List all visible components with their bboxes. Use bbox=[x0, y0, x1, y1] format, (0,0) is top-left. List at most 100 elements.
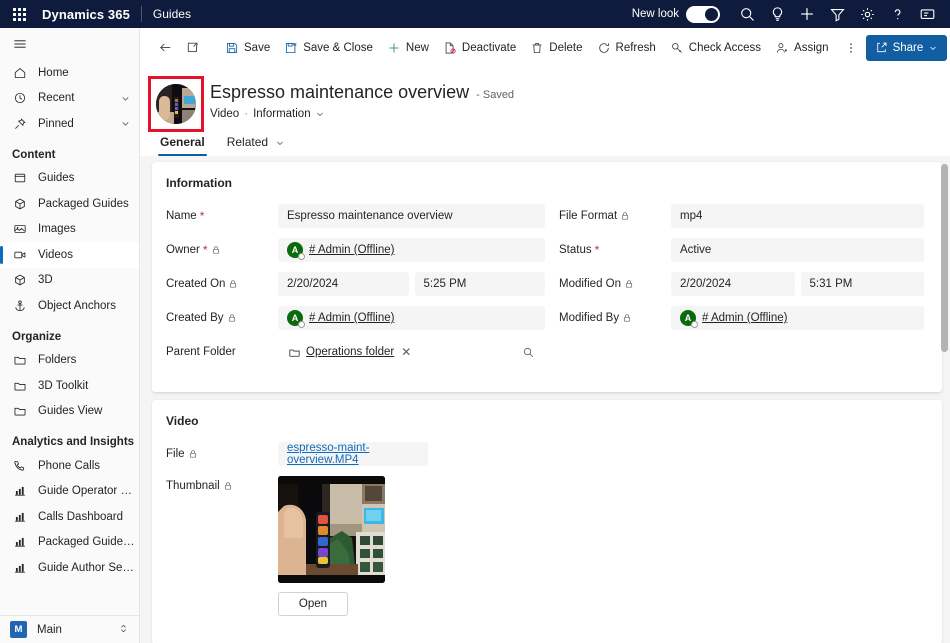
chevron-down-icon[interactable] bbox=[275, 138, 285, 148]
app-name[interactable]: Guides bbox=[153, 7, 191, 21]
sidebar-item-packaged-guides[interactable]: Packaged Guides bbox=[0, 191, 139, 217]
folder-name[interactable]: Operations folder bbox=[306, 346, 394, 358]
field-label: Created On bbox=[166, 278, 278, 290]
refresh-button[interactable]: Refresh bbox=[590, 34, 663, 62]
field-modified-by: Modified By bbox=[559, 306, 924, 330]
chevron-down-icon[interactable] bbox=[928, 43, 938, 53]
file-link[interactable]: espresso-maint-overview.MP4 bbox=[287, 442, 419, 466]
more-commands-button[interactable] bbox=[836, 34, 866, 62]
home-icon bbox=[12, 65, 28, 81]
brand-title[interactable]: Dynamics 365 bbox=[42, 7, 130, 22]
person-chip[interactable]: A # Admin (Offline) bbox=[287, 242, 394, 258]
sidebar-item-guides[interactable]: Guides bbox=[0, 166, 139, 192]
field-created-on: Created On 2/20/2024 bbox=[166, 272, 545, 296]
sidebar-item-packaged-guides-operator[interactable]: Packaged Guides Op... bbox=[0, 530, 139, 556]
save-and-close-button[interactable]: Save & Close bbox=[277, 34, 380, 62]
hamburger-menu-icon[interactable] bbox=[0, 28, 139, 60]
feedback-icon[interactable] bbox=[912, 1, 942, 27]
modified-by-lookup[interactable]: A # Admin (Offline) bbox=[671, 306, 924, 330]
sidebar-item-phone-calls[interactable]: Phone Calls bbox=[0, 453, 139, 479]
area-badge: M bbox=[10, 621, 27, 638]
site-map-scroll: Home Recent bbox=[0, 60, 139, 615]
sidebar-item-3d[interactable]: 3D bbox=[0, 268, 139, 294]
app-launcher-icon[interactable] bbox=[6, 1, 32, 27]
record-avatar-container bbox=[154, 82, 198, 126]
remove-chip-icon[interactable]: ✕ bbox=[399, 345, 413, 359]
delete-button[interactable]: Delete bbox=[523, 34, 589, 62]
form-scrollbar-thumb[interactable] bbox=[941, 164, 948, 352]
deactivate-button[interactable]: Deactivate bbox=[436, 34, 523, 62]
help-icon[interactable] bbox=[882, 1, 912, 27]
area-switcher-icon[interactable] bbox=[118, 623, 129, 637]
sidebar-item-folders[interactable]: Folders bbox=[0, 348, 139, 374]
chart-icon bbox=[12, 483, 28, 499]
modified-on-date-input[interactable]: 2/20/2024 bbox=[671, 272, 795, 296]
area-switcher[interactable]: M Main bbox=[0, 615, 139, 643]
form-selector[interactable]: Information bbox=[253, 108, 325, 120]
sidebar-item-object-anchors[interactable]: Object Anchors bbox=[0, 293, 139, 319]
thumbnail-image[interactable] bbox=[278, 476, 385, 583]
person-chip[interactable]: A # Admin (Offline) bbox=[287, 310, 394, 326]
back-button[interactable] bbox=[152, 34, 179, 62]
sidebar-item-guide-operator-sessions[interactable]: Guide Operator Sessi... bbox=[0, 479, 139, 505]
sidebar-item-calls-dashboard[interactable]: Calls Dashboard bbox=[0, 504, 139, 530]
open-button[interactable]: Open bbox=[278, 592, 348, 616]
created-on-time-input[interactable]: 5:25 PM bbox=[415, 272, 546, 296]
sidebar-item-videos[interactable]: Videos bbox=[0, 242, 139, 268]
person-name[interactable]: # Admin (Offline) bbox=[309, 244, 394, 256]
save-button[interactable]: Save bbox=[218, 34, 277, 62]
sidebar-item-home[interactable]: Home bbox=[0, 60, 139, 86]
avatar[interactable] bbox=[156, 84, 196, 124]
field-label-text: Status bbox=[559, 244, 592, 256]
new-look-toggle[interactable] bbox=[686, 6, 720, 23]
open-new-window-button[interactable] bbox=[179, 34, 206, 62]
field-label-text: Parent Folder bbox=[166, 346, 236, 358]
person-name[interactable]: # Admin (Offline) bbox=[702, 312, 787, 324]
assign-button[interactable]: Assign bbox=[768, 34, 836, 62]
gear-icon[interactable] bbox=[852, 1, 882, 27]
field-value: 2/20/2024 bbox=[287, 278, 338, 290]
tab-general[interactable]: General bbox=[154, 135, 211, 156]
presence-offline-icon bbox=[298, 321, 305, 328]
field-label-text: File bbox=[166, 448, 185, 460]
person-name[interactable]: # Admin (Offline) bbox=[309, 312, 394, 324]
modified-on-time-input[interactable]: 5:31 PM bbox=[801, 272, 925, 296]
parent-folder-lookup[interactable]: Operations folder ✕ bbox=[278, 340, 545, 364]
field-owner: Owner * bbox=[166, 238, 545, 262]
new-button[interactable]: New bbox=[380, 34, 436, 62]
chevron-down-icon[interactable] bbox=[120, 93, 131, 104]
chevron-down-icon[interactable] bbox=[120, 118, 131, 129]
sidebar-item-3d-toolkit[interactable]: 3D Toolkit bbox=[0, 373, 139, 399]
sidebar-item-guides-view[interactable]: Guides View bbox=[0, 399, 139, 425]
required-indicator: * bbox=[203, 244, 208, 256]
field-value: mp4 bbox=[680, 210, 702, 222]
check-access-button[interactable]: Check Access bbox=[663, 34, 768, 62]
status-select[interactable]: Active bbox=[671, 238, 924, 262]
person-chip[interactable]: A # Admin (Offline) bbox=[680, 310, 787, 326]
sidebar-item-pinned[interactable]: Pinned bbox=[0, 111, 139, 137]
name-input[interactable]: Espresso maintenance overview bbox=[278, 204, 545, 228]
form-scrollbar-track[interactable] bbox=[941, 164, 948, 635]
file-field[interactable]: espresso-maint-overview.MP4 bbox=[278, 442, 428, 466]
presence-offline-icon bbox=[691, 321, 698, 328]
file-format-input[interactable]: mp4 bbox=[671, 204, 924, 228]
avatar-initial: A bbox=[685, 313, 692, 323]
search-icon[interactable] bbox=[732, 1, 762, 27]
owner-lookup[interactable]: A # Admin (Offline) bbox=[278, 238, 545, 262]
created-by-lookup[interactable]: A # Admin (Offline) bbox=[278, 306, 545, 330]
chevron-down-icon[interactable] bbox=[315, 109, 325, 119]
share-button[interactable]: Share bbox=[866, 35, 948, 61]
information-column-left: Name * Espresso maintenance overview Own… bbox=[166, 204, 545, 374]
sidebar-item-guide-author-sessions[interactable]: Guide Author Sessions bbox=[0, 555, 139, 581]
tab-related[interactable]: Related bbox=[221, 135, 292, 156]
lookup-search-icon[interactable] bbox=[522, 346, 535, 359]
folder-chip[interactable]: Operations folder ✕ bbox=[288, 345, 413, 359]
lightbulb-icon[interactable] bbox=[762, 1, 792, 27]
sidebar-item-recent[interactable]: Recent bbox=[0, 86, 139, 112]
field-file-format: File Format mp4 bbox=[559, 204, 924, 228]
sidebar-item-images[interactable]: Images bbox=[0, 217, 139, 243]
plus-icon[interactable] bbox=[792, 1, 822, 27]
created-on-date-input[interactable]: 2/20/2024 bbox=[278, 272, 409, 296]
top-navigation-bar: Dynamics 365 Guides New look bbox=[0, 0, 950, 28]
filter-icon[interactable] bbox=[822, 1, 852, 27]
